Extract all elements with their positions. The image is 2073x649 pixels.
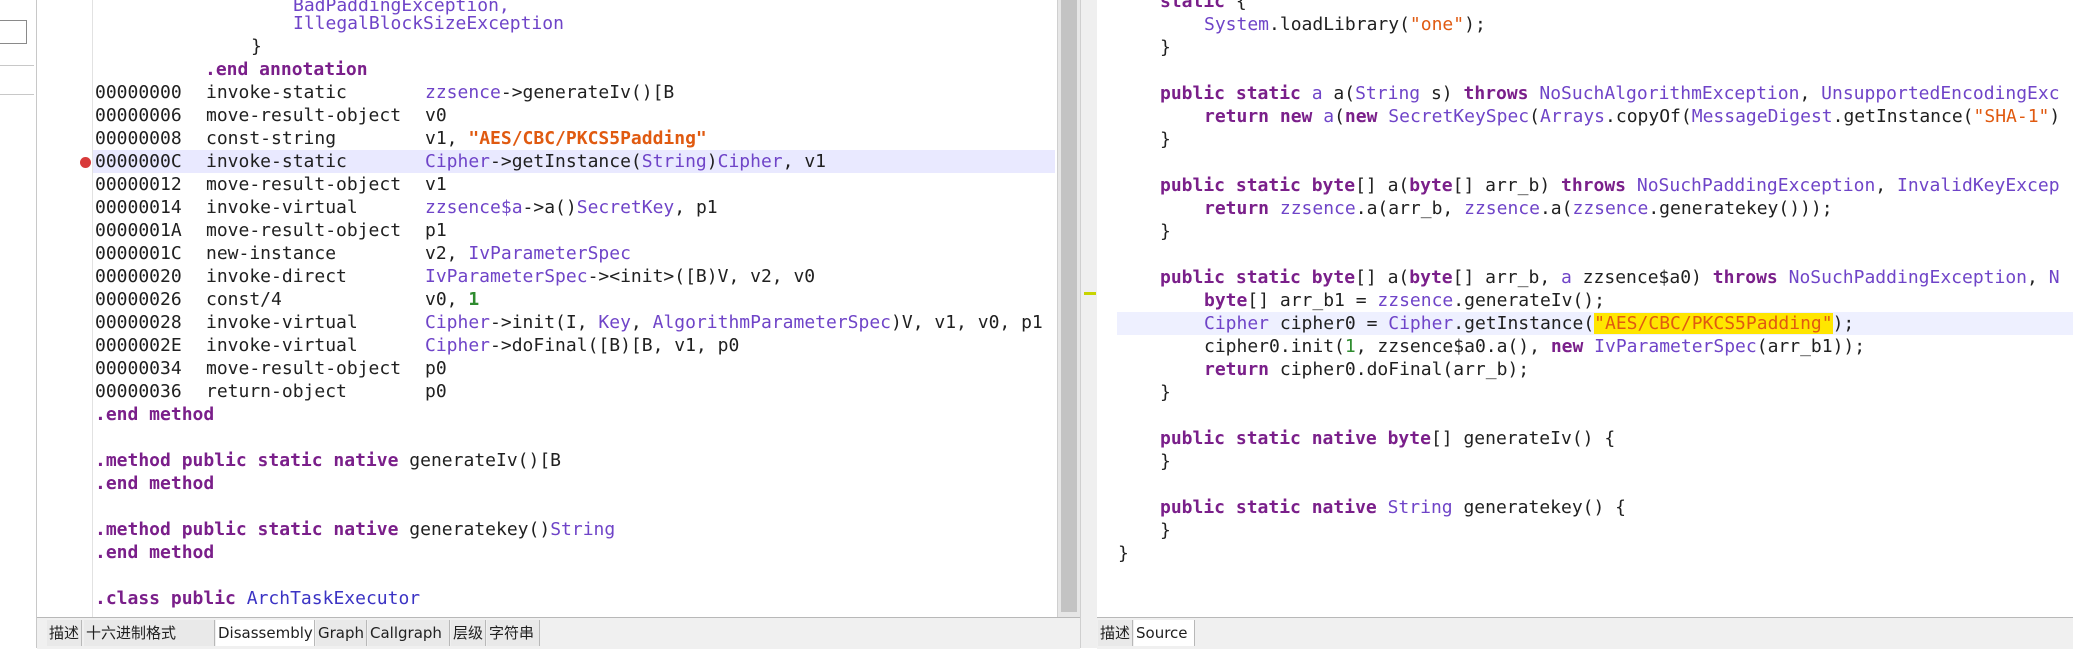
tab-hierarchy[interactable]: 层级 [451, 620, 486, 646]
code-line: } [1118, 543, 1129, 564]
operands: v2, IvParameterSpec [425, 243, 631, 264]
method-declaration[interactable]: .method public static native generatekey… [95, 518, 615, 541]
disassembly-view[interactable]: BadPaddingException, IllegalBlockSizeExc… [93, 0, 1055, 617]
code-line: byte[] arr_b1 = zzsence.generateIv(); [1204, 290, 1605, 311]
tab-description[interactable]: 描述 [47, 620, 82, 646]
opcode: const-string [206, 128, 337, 149]
instruction-row-selected[interactable]: 0000000C [95, 150, 182, 173]
operands: p1 [425, 220, 447, 241]
end-method-line: .end method [95, 473, 215, 494]
code-line: } [1160, 37, 1171, 58]
instruction-row[interactable]: 00000012 [95, 173, 182, 196]
disassembly-tab-bar: 描述 十六进制格式 Disassembly Graph Callgraph 层级… [37, 617, 1080, 649]
operands: IvParameterSpec-><init>([B)V, v2, v0 [425, 266, 816, 287]
operands: p0 [425, 381, 447, 402]
operands: v0 [425, 105, 447, 126]
code-line: return zzsence.a(arr_b, zzsence.a(zzsenc… [1204, 198, 1833, 219]
end-method-line: .end method [95, 542, 215, 563]
instruction-row[interactable]: 00000000 [95, 81, 182, 104]
instruction-row[interactable]: 0000001A [95, 219, 182, 242]
instruction-row[interactable]: 00000028 [95, 311, 182, 334]
disassembly-gutter[interactable] [37, 0, 93, 617]
code-line: return new a(new SecretKeySpec(Arrays.co… [1204, 106, 2061, 127]
opcode: invoke-virtual [206, 312, 358, 333]
opcode: invoke-static [206, 82, 347, 103]
operands: Cipher->getInstance(String)Cipher, v1 [425, 151, 827, 172]
code-line: cipher0.init(1, zzsence$a0.a(), new IvPa… [1204, 336, 1866, 357]
opcode: return-object [206, 381, 347, 402]
code-line: static { [1160, 0, 1247, 12]
operands: v0, 1 [425, 289, 480, 310]
tree-divider [0, 94, 34, 95]
operands: zzsence->generateIv()[B [425, 82, 675, 103]
method-signature[interactable]: public static a a(String s) throws NoSuc… [1160, 82, 2060, 105]
instruction-row[interactable]: 00000006 [95, 104, 182, 127]
instruction-row[interactable]: 0000001C [95, 242, 182, 265]
code-line: } [251, 36, 262, 57]
scrollbar-thumb[interactable] [1061, 0, 1077, 612]
instruction-row[interactable]: 00000034 [95, 357, 182, 380]
instruction-row[interactable]: 0000002E [95, 334, 182, 357]
tab-source[interactable]: Source [1134, 620, 1195, 646]
code-line: return cipher0.doFinal(arr_b); [1204, 359, 1530, 380]
end-method-line: .end method [95, 404, 215, 425]
source-gutter[interactable] [1097, 0, 1117, 617]
opcode: move-result-object [206, 105, 402, 126]
tab-disassembly[interactable]: Disassembly [216, 620, 315, 646]
opcode: move-result-object [206, 174, 402, 195]
instruction-row[interactable]: 00000020 [95, 265, 182, 288]
operands: p0 [425, 358, 447, 379]
tab-callgraph[interactable]: Callgraph [368, 620, 450, 646]
instruction-row[interactable]: 00000026 [95, 288, 182, 311]
code-line: } [1160, 520, 1171, 541]
code-line-selected[interactable]: Cipher cipher0 = Cipher.getInstance("AES… [1204, 312, 1854, 335]
method-signature[interactable]: public static byte[] a(byte[] arr_b, a z… [1160, 266, 2060, 289]
opcode: invoke-direct [206, 266, 347, 287]
code-line: } [1160, 221, 1171, 242]
opcode: const/4 [206, 289, 282, 310]
tab-hex[interactable]: 十六进制格式 [84, 620, 215, 646]
tree-search-input[interactable] [0, 20, 27, 44]
operands: v1, "AES/CBC/PKCS5Padding" [425, 128, 707, 149]
source-tab-bar: 描述 Source [1097, 617, 2073, 649]
method-signature[interactable]: public static byte[] a(byte[] arr_b) thr… [1160, 174, 2060, 197]
code-line: } [1160, 382, 1171, 403]
tree-divider [0, 65, 34, 66]
tab-description[interactable]: 描述 [1098, 620, 1133, 646]
tab-graph[interactable]: Graph [316, 620, 367, 646]
operands: zzsence$a->a()SecretKey, p1 [425, 197, 718, 218]
instruction-row[interactable]: 00000008 [95, 127, 182, 150]
disassembly-scrollbar[interactable] [1057, 0, 1080, 617]
code-line: IllegalBlockSizeException [293, 13, 564, 34]
operands: Cipher->init(I, Key, AlgorithmParameterS… [425, 312, 1043, 333]
highlighted-string[interactable]: "AES/CBC/PKCS5Padding" [1594, 313, 1833, 334]
opcode: move-result-object [206, 358, 402, 379]
opcode: invoke-virtual [206, 335, 358, 356]
opcode: new-instance [206, 243, 337, 264]
panel-splitter[interactable] [1080, 0, 1098, 648]
code-line: .end annotation [205, 59, 368, 80]
operands: v1 [425, 174, 447, 195]
instruction-row[interactable]: 00000014 [95, 196, 182, 219]
code-line: } [1160, 129, 1171, 150]
operands: Cipher->doFinal([B)[B, v1, p0 [425, 335, 740, 356]
tab-strings[interactable]: 字符串 [487, 620, 540, 646]
instruction-row[interactable]: 00000036 [95, 380, 182, 403]
opcode: invoke-static [206, 151, 347, 172]
code-line: System.loadLibrary("one"); [1204, 14, 1486, 35]
method-signature[interactable]: public static native String generatekey(… [1160, 496, 1626, 519]
source-view[interactable]: static { System.loadLibrary("one"); } pu… [1117, 0, 2073, 617]
splitter-marker [1084, 292, 1096, 295]
method-signature[interactable]: public static native byte[] generateIv()… [1160, 427, 1615, 450]
opcode: move-result-object [206, 220, 402, 241]
project-tree-strip [0, 0, 37, 648]
opcode: invoke-virtual [206, 197, 358, 218]
code-line: } [1160, 451, 1171, 472]
class-declaration[interactable]: .class public ArchTaskExecutor [95, 587, 420, 610]
breakpoint-icon[interactable] [80, 157, 91, 168]
method-declaration[interactable]: .method public static native generateIv(… [95, 449, 561, 472]
